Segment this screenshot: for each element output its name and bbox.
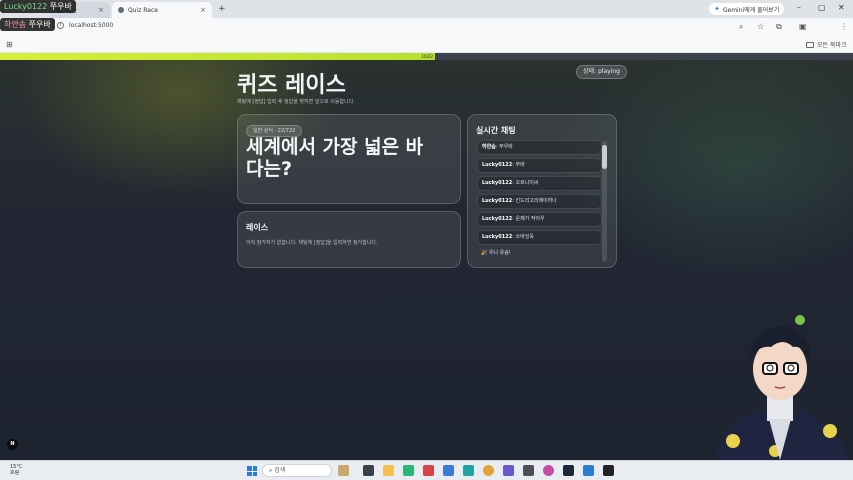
- chat-user: Lucky0122: [482, 162, 513, 168]
- overlay-username: Lucky0122: [4, 2, 48, 11]
- chat-text: 쭈우바: [499, 144, 513, 150]
- app-icon[interactable]: [423, 465, 434, 476]
- menu-dots-icon[interactable]: ⋮: [840, 22, 848, 31]
- widget-icon[interactable]: [338, 465, 349, 476]
- minimize-icon[interactable]: –: [797, 3, 801, 12]
- weather-desc: 흐림: [10, 470, 20, 476]
- maximize-icon[interactable]: ▢: [818, 3, 826, 12]
- chat-user: 하얀솜: [482, 144, 496, 150]
- page-viewport: 10/22 퀴즈 레이스 채팅에 [정답] 입력 후 정답을 맞히면 앞으로 이…: [0, 53, 853, 460]
- taskbar-search[interactable]: ⌕ 검색: [262, 464, 332, 477]
- tab-favicon-icon: [118, 7, 124, 13]
- question-card: 일반 상식 · 22/722 세계에서 가장 넓은 바다는?: [237, 114, 461, 204]
- windows-taskbar: 15°C 흐림 ⌕ 검색: [0, 460, 853, 480]
- chat-message: Lucky0122: 쓰바잉욱: [477, 230, 602, 245]
- n-badge-icon[interactable]: N: [7, 439, 18, 450]
- chat-user: Lucky0122: [482, 198, 513, 204]
- overlay-username: 하얀솜: [4, 20, 27, 29]
- chat-message: Lucky0122: 쭈바: [477, 158, 602, 173]
- vtuber-avatar: [715, 315, 850, 460]
- chat-user: Lucky0122: [482, 180, 513, 186]
- steam-icon[interactable]: [563, 465, 574, 476]
- chat-message: Lucky0122: 킨드리고리에이하나: [477, 194, 602, 209]
- task-view-icon[interactable]: [363, 465, 374, 476]
- chat-user: Lucky0122: [482, 234, 513, 240]
- app-icon[interactable]: [543, 465, 554, 476]
- chat-text: 운제가 작아우: [515, 216, 545, 222]
- overlay-message: 쭈우바: [49, 2, 72, 11]
- stream-chat-overlay: 하얀솜 쭈우바: [0, 18, 55, 31]
- chat-message: Lucky0122: 오르니이씨: [477, 176, 602, 191]
- tab-label: Quiz Race: [128, 6, 158, 14]
- all-bookmarks-label: 모든 북마크: [817, 42, 847, 49]
- close-tab-icon[interactable]: ×: [200, 6, 206, 14]
- chat-text: 쓰바잉욱: [515, 234, 534, 240]
- vscode-icon[interactable]: [583, 465, 594, 476]
- apps-grid-icon[interactable]: ⊞: [6, 40, 13, 49]
- chat-text: 킨드리고리에이하나: [515, 198, 557, 204]
- bookmark-star-icon[interactable]: ☆: [757, 22, 764, 31]
- app-icon[interactable]: [523, 465, 534, 476]
- edge-icon[interactable]: [463, 465, 474, 476]
- all-bookmarks-button[interactable]: 모든 북마크: [806, 40, 847, 49]
- chat-user: Lucky0122: [482, 216, 513, 222]
- close-tab-icon[interactable]: ×: [98, 6, 104, 14]
- system-message: 🎉 우니 유승!: [481, 250, 511, 256]
- chat-heading: 실시간 채팅: [476, 126, 516, 135]
- chat-scrollbar[interactable]: [602, 141, 607, 262]
- race-progress-label: 10/22: [421, 54, 434, 59]
- url-field[interactable]: localhost:5000: [69, 22, 113, 29]
- status-badge: 상태: playing: [576, 65, 627, 79]
- page-subtitle: 채팅에 [정답] 입력 후 정답을 맞히면 앞으로 이동합니다.: [237, 99, 355, 105]
- weather-widget[interactable]: 15°C 흐림: [10, 464, 22, 476]
- browser-tab-strip: 디오 × Quiz Race × + ✦ Gemini에게 물어보기 – ▢ ✕: [0, 0, 853, 18]
- chrome-icon[interactable]: [483, 465, 494, 476]
- chat-message: Lucky0122: 운제가 작아우: [477, 212, 602, 227]
- zoom-icon[interactable]: ⌕: [739, 22, 743, 32]
- chat-list[interactable]: 하얀솜: 쭈우바 Lucky0122: 쭈바 Lucky0122: 오르니이씨 …: [477, 140, 602, 263]
- page-title: 퀴즈 레이스: [237, 73, 346, 98]
- folder-icon: [806, 41, 814, 48]
- address-bar: i localhost:5000 ⌕ ☆ ⧉ ▣ ⋮: [0, 18, 853, 50]
- race-empty-text: 아직 참가자가 없습니다. 채팅에 [정답]을 입력하면 참가합니다.: [246, 240, 378, 246]
- race-card: 레이스 아직 참가자가 없습니다. 채팅에 [정답]을 입력하면 참가합니다.: [237, 211, 461, 268]
- taskbar-search-placeholder: 검색: [274, 467, 286, 474]
- gemini-sparkle-icon: ✦: [714, 5, 720, 13]
- gemini-button-label: Gemini에게 물어보기: [722, 6, 780, 14]
- stream-chat-overlay: Lucky0122 쭈우바: [0, 0, 76, 13]
- extensions-icon[interactable]: ⧉: [776, 22, 782, 32]
- chat-text: 오르니이씨: [515, 180, 539, 186]
- live-chat-card: 실시간 채팅 하얀솜: 쭈우바 Lucky0122: 쭈바 Lucky0122:…: [467, 114, 617, 268]
- gemini-button[interactable]: ✦ Gemini에게 물어보기: [709, 3, 785, 15]
- file-explorer-icon[interactable]: [383, 465, 394, 476]
- chat-message: 하얀솜: 쭈우바: [477, 140, 602, 155]
- race-progress-bar: 10/22: [0, 53, 853, 60]
- terminal-icon[interactable]: [603, 465, 614, 476]
- overlay-message: 쭈우바: [28, 20, 51, 29]
- windows-start-icon[interactable]: [247, 466, 257, 476]
- tab-quiz-race[interactable]: Quiz Race ×: [112, 2, 212, 18]
- site-info-icon[interactable]: i: [57, 22, 64, 29]
- side-panel-icon[interactable]: ▣: [799, 22, 807, 31]
- bookmarks-bar: ⊞ 모든 북마크: [0, 36, 853, 53]
- chat-scroll-thumb[interactable]: [602, 145, 607, 169]
- chat-text: 쭈바: [515, 162, 525, 168]
- teams-icon[interactable]: [503, 465, 514, 476]
- excel-icon[interactable]: [403, 465, 414, 476]
- race-heading: 레이스: [246, 223, 269, 232]
- store-icon[interactable]: [443, 465, 454, 476]
- new-tab-button[interactable]: +: [218, 4, 226, 14]
- close-window-icon[interactable]: ✕: [838, 3, 845, 12]
- race-progress-fill: 10/22: [0, 53, 436, 60]
- question-text: 세계에서 가장 넓은 바다는?: [246, 136, 424, 180]
